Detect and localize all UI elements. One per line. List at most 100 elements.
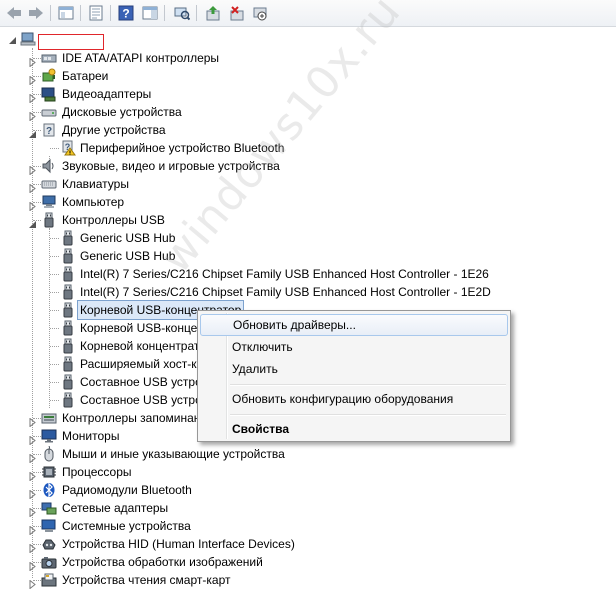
tree-device-label: Generic USB Hub — [80, 249, 176, 263]
usb-device-icon — [60, 302, 76, 318]
expand-arrow-icon[interactable] — [28, 468, 37, 482]
tree-line — [50, 238, 59, 239]
expand-arrow-icon[interactable] — [28, 90, 37, 104]
tree-category[interactable]: Дисковые устройства — [0, 103, 616, 122]
tree-category[interactable]: Контроллеры USB — [0, 211, 616, 229]
tree-device[interactable]: Intel(R) 7 Series/C216 Chipset Family US… — [0, 265, 616, 283]
collapse-arrow-icon[interactable] — [28, 126, 37, 138]
tree-category-label: Мониторы — [62, 429, 120, 443]
bluetooth-icon — [41, 482, 57, 498]
tree-device-label: Generic USB Hub — [80, 231, 176, 245]
tree-category[interactable]: Системные устройства — [0, 517, 616, 536]
tree-device[interactable]: ? Периферийное устройство Bluetooth — [0, 139, 616, 157]
tree-category[interactable]: Видеоадаптеры — [0, 85, 616, 104]
expand-arrow-icon[interactable] — [28, 72, 37, 86]
back-button[interactable] — [4, 3, 24, 23]
tree-category-label: Радиомодули Bluetooth — [62, 483, 192, 497]
expand-arrow-icon[interactable] — [28, 522, 37, 536]
usb-device-icon — [60, 230, 76, 246]
computer-icon — [41, 194, 57, 210]
tree-category[interactable]: ? Другие устройства — [0, 121, 616, 139]
expand-arrow-icon[interactable] — [28, 414, 37, 428]
processor-icon — [41, 464, 57, 480]
menu-item-disable[interactable]: Отключить — [200, 336, 508, 358]
expand-arrow-icon[interactable] — [28, 198, 37, 212]
scan-hardware-button[interactable] — [172, 3, 192, 23]
battery-icon — [41, 68, 57, 84]
tree-line — [50, 310, 59, 311]
tree-category[interactable]: Мыши и иные указывающие устройства — [0, 445, 616, 464]
tree-line — [50, 400, 59, 401]
monitor-icon — [41, 428, 57, 444]
tree-root[interactable] — [0, 31, 200, 50]
usb-controller-icon — [41, 212, 57, 228]
ide-controller-icon — [41, 50, 57, 66]
update-driver-icon — [206, 6, 220, 21]
uninstall-button[interactable] — [227, 3, 247, 23]
display-adapter-icon — [41, 86, 57, 102]
expand-arrow-icon[interactable] — [28, 432, 37, 446]
expand-arrow-icon[interactable] — [28, 486, 37, 500]
other-devices-icon: ? — [41, 122, 57, 138]
tree-category[interactable]: Процессоры — [0, 463, 616, 482]
expand-arrow-icon[interactable] — [28, 576, 37, 590]
uninstall-icon — [230, 6, 244, 21]
tree-category-label: Устройства HID (Human Interface Devices) — [62, 537, 295, 551]
help-button[interactable]: ? — [116, 3, 136, 23]
expand-arrow-icon[interactable] — [28, 504, 37, 518]
sound-icon — [41, 158, 57, 174]
action-pane-button[interactable] — [140, 3, 160, 23]
tree-category[interactable]: Устройства обработки изображений — [0, 553, 616, 572]
collapse-arrow-icon[interactable] — [8, 36, 17, 45]
arrow-left-icon — [7, 7, 21, 19]
collapse-arrow-icon[interactable] — [28, 216, 37, 228]
expand-arrow-icon[interactable] — [28, 162, 37, 176]
tree-category[interactable]: Устройства HID (Human Interface Devices) — [0, 535, 616, 554]
usb-device-icon — [60, 356, 76, 372]
toolbar: ? — [0, 0, 616, 27]
tree-line — [50, 328, 59, 329]
context-menu: Обновить драйверы... Отключить Удалить О… — [197, 310, 511, 442]
tree-category[interactable]: Радиомодули Bluetooth — [0, 481, 616, 500]
menu-separator — [230, 384, 506, 386]
menu-item-properties[interactable]: Свойства — [200, 418, 508, 440]
tree-line — [50, 364, 59, 365]
unknown-device-warning-icon: ? — [60, 140, 76, 156]
expand-arrow-icon[interactable] — [28, 108, 37, 122]
menu-item-update-drivers[interactable]: Обновить драйверы... — [200, 314, 508, 336]
disable-button[interactable] — [250, 3, 270, 23]
tree-category[interactable]: Звуковые, видео и игровые устройства — [0, 157, 616, 176]
tree-category[interactable]: Батареи — [0, 67, 616, 86]
properties-button[interactable] — [86, 3, 106, 23]
tree-device[interactable]: Generic USB Hub — [0, 229, 616, 247]
usb-device-icon — [60, 284, 76, 300]
update-driver-button[interactable] — [203, 3, 223, 23]
storage-controller-icon — [41, 410, 57, 426]
properties-icon — [89, 5, 103, 21]
tree-category[interactable]: IDE ATA/ATAPI контроллеры — [0, 49, 616, 68]
tree-category[interactable]: Сетевые адаптеры — [0, 499, 616, 518]
menu-item-uninstall[interactable]: Удалить — [200, 358, 508, 380]
tree-category[interactable]: Клавиатуры — [0, 175, 616, 194]
expand-arrow-icon[interactable] — [28, 540, 37, 554]
expand-arrow-icon[interactable] — [28, 180, 37, 194]
usb-device-icon — [60, 266, 76, 282]
usb-device-icon — [60, 338, 76, 354]
forward-button[interactable] — [26, 3, 46, 23]
tree-device[interactable]: Generic USB Hub — [0, 247, 616, 265]
svg-text:?: ? — [122, 7, 129, 21]
tree-category-label: Другие устройства — [62, 123, 166, 137]
expand-arrow-icon[interactable] — [28, 558, 37, 572]
usb-device-icon — [60, 374, 76, 390]
tree-line — [50, 256, 59, 257]
expand-arrow-icon[interactable] — [28, 450, 37, 464]
tree-category[interactable]: Устройства чтения смарт-карт — [0, 571, 616, 590]
show-hide-console-tree-button[interactable] — [56, 3, 76, 23]
disk-drive-icon — [41, 104, 57, 120]
tree-category[interactable]: Компьютер — [0, 193, 616, 212]
menu-item-scan-hardware[interactable]: Обновить конфигурацию оборудования — [200, 388, 508, 410]
tree-device-label: Intel(R) 7 Series/C216 Chipset Family US… — [80, 267, 489, 281]
tree-device[interactable]: Intel(R) 7 Series/C216 Chipset Family US… — [0, 283, 616, 301]
tree-category-label: Системные устройства — [62, 519, 191, 533]
expand-arrow-icon[interactable] — [28, 54, 37, 68]
